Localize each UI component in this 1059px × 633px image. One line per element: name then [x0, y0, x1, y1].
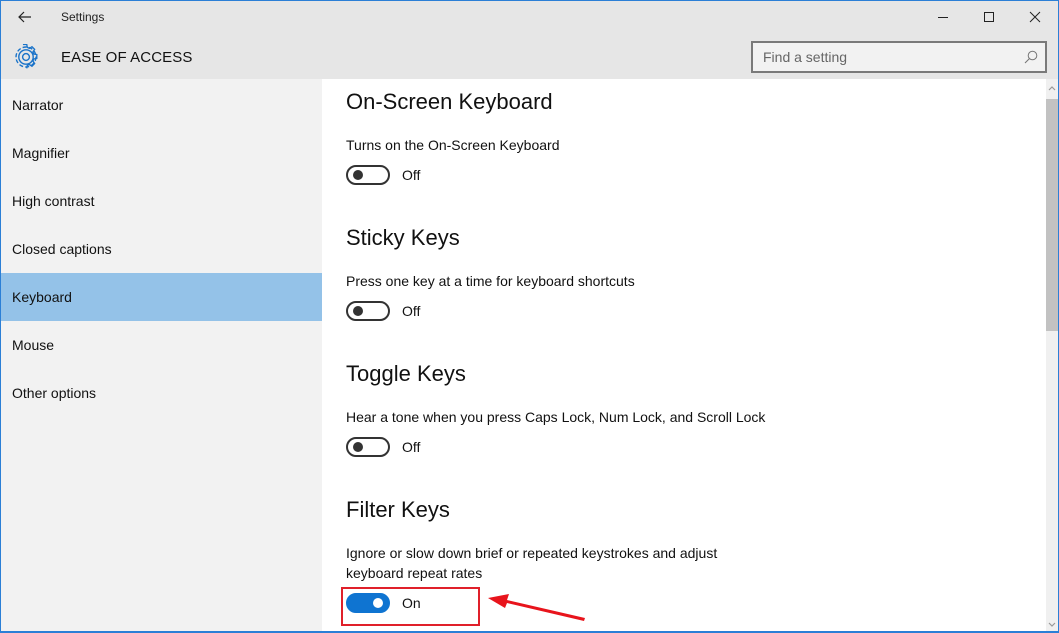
sidebar-item-high-contrast[interactable]: High contrast — [1, 177, 322, 225]
title-bar: Settings — [1, 1, 1058, 33]
toggle-state-label: Off — [402, 439, 421, 455]
section-title: EASE OF ACCESS — [61, 49, 193, 66]
group-title-on-screen-keyboard: On-Screen Keyboard — [346, 89, 553, 114]
scroll-thumb[interactable] — [1046, 99, 1058, 331]
toggle-state-label: Off — [402, 167, 421, 183]
toggle-keys-toggle[interactable]: Off — [346, 436, 420, 458]
toggle-switch[interactable] — [346, 593, 390, 613]
close-button[interactable] — [1012, 1, 1058, 33]
filter-keys-toggle[interactable]: On — [346, 592, 421, 614]
on-screen-keyboard-toggle[interactable]: Off — [346, 164, 420, 186]
group-title-toggle-keys: Toggle Keys — [346, 361, 466, 386]
toggle-knob — [353, 170, 363, 180]
minimize-icon — [938, 17, 948, 18]
sidebar-item-mouse[interactable]: Mouse — [1, 321, 322, 369]
page-header: EASE OF ACCESS — [1, 33, 1058, 79]
settings-content: On-Screen Keyboard Turns on the On-Scree… — [322, 79, 1046, 632]
toggle-state-label: On — [402, 595, 421, 611]
group-desc-filter-keys: Ignore or slow down brief or repeated ke… — [346, 545, 718, 581]
toggle-state-label: Off — [402, 303, 421, 319]
sidebar-item-closed-captions[interactable]: Closed captions — [1, 225, 322, 273]
vertical-scrollbar[interactable] — [1046, 79, 1058, 632]
toggle-knob — [373, 598, 383, 608]
minimize-button[interactable] — [920, 1, 966, 33]
toggle-knob — [353, 306, 363, 316]
settings-window: Settings EASE OF ACCESS Find a setting N… — [0, 0, 1059, 633]
scroll-up-button[interactable] — [1046, 79, 1058, 97]
group-title-filter-keys: Filter Keys — [346, 497, 450, 522]
maximize-icon — [984, 12, 994, 22]
chevron-down-icon — [1048, 622, 1056, 627]
toggle-switch[interactable] — [346, 437, 390, 457]
sidebar: Narrator Magnifier High contrast Closed … — [1, 79, 322, 632]
window-title: Settings — [61, 10, 105, 24]
toggle-switch[interactable] — [346, 165, 390, 185]
sidebar-item-magnifier[interactable]: Magnifier — [1, 129, 322, 177]
sidebar-item-keyboard[interactable]: Keyboard — [1, 273, 322, 321]
group-desc-sticky-keys: Press one key at a time for keyboard sho… — [346, 273, 635, 289]
sticky-keys-toggle[interactable]: Off — [346, 300, 420, 322]
group-desc-toggle-keys: Hear a tone when you press Caps Lock, Nu… — [346, 409, 766, 425]
back-arrow-icon — [18, 11, 31, 23]
group-desc-on-screen-keyboard: Turns on the On-Screen Keyboard — [346, 137, 560, 153]
search-icon[interactable] — [1023, 49, 1039, 65]
close-icon — [1029, 11, 1041, 23]
search-input[interactable] — [753, 43, 1013, 71]
back-button[interactable] — [7, 1, 43, 33]
toggle-knob — [353, 442, 363, 452]
toggle-switch[interactable] — [346, 301, 390, 321]
chevron-up-icon — [1048, 86, 1056, 91]
sidebar-item-narrator[interactable]: Narrator — [1, 81, 322, 129]
sidebar-item-other-options[interactable]: Other options — [1, 369, 322, 417]
maximize-button[interactable] — [966, 1, 1012, 33]
group-title-sticky-keys: Sticky Keys — [346, 225, 460, 250]
gear-icon — [15, 44, 38, 69]
search-box[interactable] — [751, 41, 1047, 73]
